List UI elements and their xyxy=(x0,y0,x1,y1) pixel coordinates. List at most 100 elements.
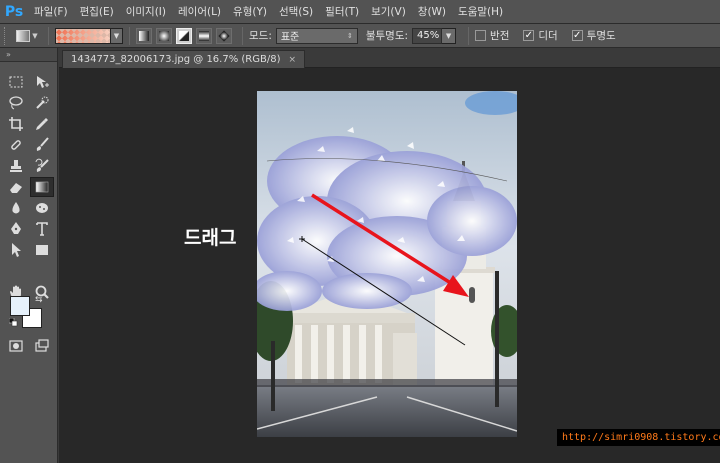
opacity-slider-dropdown[interactable]: ▼ xyxy=(442,27,457,44)
options-bar: ▼ ▼ 모드: 표준 ⇕ 불투명도: 45% ▼ 반전 ✓ 디더 ✓ 투명도 xyxy=(0,24,720,48)
type-icon xyxy=(36,222,48,236)
menu-layer[interactable]: 레이어(L) xyxy=(172,4,227,19)
dither-label: 디더 xyxy=(538,30,558,42)
menu-edit[interactable]: 편집(E) xyxy=(74,4,120,19)
gradient-icon xyxy=(35,181,49,193)
divider xyxy=(129,26,130,45)
crop-icon xyxy=(9,117,23,131)
clone-stamp-tool[interactable] xyxy=(4,156,28,176)
canvas-area[interactable]: 드래그 http://simri0908.tistory.com xyxy=(59,68,720,463)
opacity-input[interactable]: 45% xyxy=(412,27,443,44)
marquee-tool[interactable] xyxy=(4,72,28,92)
chevron-down-icon: ▼ xyxy=(445,31,452,40)
move-icon xyxy=(37,76,49,88)
document-tab-title: 1434773_82006173.jpg @ 16.7% (RGB/8) xyxy=(71,54,281,65)
reverse-checkbox[interactable] xyxy=(475,30,487,41)
quick-selection-tool[interactable] xyxy=(30,93,54,113)
angle-gradient-button[interactable] xyxy=(176,27,192,44)
screen-mode-icon xyxy=(35,339,49,352)
menu-file[interactable]: 파일(F) xyxy=(28,4,74,19)
history-brush-tool[interactable] xyxy=(30,156,54,176)
lamp-post xyxy=(271,341,275,411)
menu-help[interactable]: 도움말(H) xyxy=(452,4,509,19)
linear-gradient-button[interactable] xyxy=(136,27,152,44)
blur-tool[interactable] xyxy=(4,198,28,218)
path-selection-tool[interactable] xyxy=(4,240,28,260)
mode-dropdown[interactable]: 표준 ⇕ xyxy=(275,27,358,44)
gradient-picker-dropdown[interactable]: ▼ xyxy=(111,27,123,44)
dither-checkbox[interactable]: ✓ xyxy=(523,30,535,41)
dodge-tool[interactable] xyxy=(30,198,54,218)
opacity-label: 불투명도: xyxy=(365,30,409,42)
menu-type[interactable]: 유형(Y) xyxy=(227,4,273,19)
default-colors-icon[interactable] xyxy=(9,318,18,327)
color-swatches: ⇆ xyxy=(9,295,46,332)
menu-view[interactable]: 보기(V) xyxy=(365,4,412,19)
document-canvas-photo[interactable] xyxy=(257,91,517,437)
stamp-icon xyxy=(10,160,22,172)
crowd xyxy=(257,379,517,387)
mode-value: 표준 xyxy=(280,32,300,43)
chevron-down-icon: ▼ xyxy=(32,31,38,40)
diamond-gradient-button[interactable] xyxy=(216,27,232,44)
menu-window[interactable]: 창(W) xyxy=(412,4,452,19)
healing-brush-tool[interactable] xyxy=(4,135,28,155)
menu-filter[interactable]: 필터(T) xyxy=(319,4,365,19)
brush-icon xyxy=(36,137,49,151)
bandage-icon xyxy=(11,140,21,150)
menu-image[interactable]: 이미지(I) xyxy=(120,4,172,19)
linear-gradient-icon xyxy=(139,30,149,41)
pen-tool[interactable] xyxy=(4,219,28,239)
swap-colors-icon[interactable]: ⇆ xyxy=(35,295,43,305)
shape-tool[interactable] xyxy=(30,240,54,260)
opacity-value: 45% xyxy=(417,30,440,41)
brush-tool[interactable] xyxy=(30,135,54,155)
gradient-tool[interactable] xyxy=(30,177,54,197)
reflected-gradient-button[interactable] xyxy=(196,27,212,44)
crop-tool[interactable] xyxy=(4,114,28,134)
arrow-cursor-icon xyxy=(12,243,21,257)
quick-mask-button[interactable] xyxy=(4,336,28,356)
options-grip xyxy=(4,26,12,45)
updown-arrows-icon: ⇕ xyxy=(346,31,353,40)
menu-select[interactable]: 선택(S) xyxy=(273,4,319,19)
lasso-tool[interactable] xyxy=(4,93,28,113)
sponge-icon xyxy=(36,203,48,213)
reflected-gradient-icon xyxy=(199,30,209,41)
diamond-gradient-icon xyxy=(218,29,230,42)
eraser-icon xyxy=(10,183,22,193)
divider xyxy=(242,26,243,45)
pen-icon xyxy=(11,222,21,234)
transparency-checkbox[interactable]: ✓ xyxy=(571,30,583,41)
screen-mode-button[interactable] xyxy=(30,336,54,356)
tools-panel-header[interactable]: » xyxy=(0,48,57,62)
quick-selection-icon xyxy=(36,96,49,109)
tool-preset-picker[interactable]: ▼ xyxy=(12,27,42,45)
gradient-preview[interactable] xyxy=(55,27,111,44)
dither-option[interactable]: ✓ 디더 xyxy=(523,28,561,43)
radial-gradient-icon xyxy=(159,30,169,41)
angle-gradient-icon xyxy=(179,30,189,41)
water-drop-icon xyxy=(12,202,20,214)
radial-gradient-button[interactable] xyxy=(156,27,172,44)
move-tool[interactable] xyxy=(30,72,54,92)
reverse-option[interactable]: 반전 xyxy=(475,28,513,43)
photoshop-logo: Ps xyxy=(4,3,24,20)
menu-bar: Ps 파일(F) 편집(E) 이미지(I) 레이어(L) 유형(Y) 선택(S)… xyxy=(0,0,720,24)
type-tool[interactable] xyxy=(30,219,54,239)
transparency-option[interactable]: ✓ 투명도 xyxy=(571,28,620,43)
history-brush-icon xyxy=(35,158,49,172)
rectangle-icon xyxy=(36,245,48,255)
eyedropper-tool[interactable] xyxy=(30,114,54,134)
photoshop-window: Ps 파일(F) 편집(E) 이미지(I) 레이어(L) 유형(Y) 선택(S)… xyxy=(0,0,720,463)
mode-label: 모드: xyxy=(249,30,272,42)
eraser-tool[interactable] xyxy=(4,177,28,197)
document-tab[interactable]: 1434773_82006173.jpg @ 16.7% (RGB/8) × xyxy=(62,50,306,68)
transparency-label: 투명도 xyxy=(586,30,616,42)
tools-panel: » ⇆ xyxy=(0,48,58,463)
document-tab-bar: 1434773_82006173.jpg @ 16.7% (RGB/8) × xyxy=(59,48,720,68)
blog-url-watermark: http://simri0908.tistory.com xyxy=(557,429,720,446)
foreground-color-swatch[interactable] xyxy=(10,296,30,316)
close-icon[interactable]: × xyxy=(288,55,296,65)
street xyxy=(257,385,517,437)
